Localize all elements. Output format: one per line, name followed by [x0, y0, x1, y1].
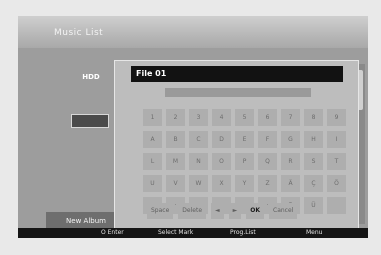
- key-1[interactable]: 1: [143, 109, 162, 126]
- media-box[interactable]: [71, 114, 109, 128]
- title-bar: Music List: [18, 16, 368, 48]
- key-c-cedilla[interactable]: Ç: [304, 175, 323, 192]
- key-v[interactable]: V: [166, 175, 185, 192]
- key-q[interactable]: Q: [258, 153, 277, 170]
- key-e[interactable]: E: [235, 131, 254, 148]
- key-x[interactable]: X: [212, 175, 231, 192]
- key-y[interactable]: Y: [235, 175, 254, 192]
- hint-menu: Menu: [306, 229, 323, 236]
- key-b[interactable]: B: [166, 131, 185, 148]
- dvr-screen: Music List HDD New Album File 01 1 2 3 4…: [18, 16, 368, 238]
- key-4[interactable]: 4: [212, 109, 231, 126]
- delete-button[interactable]: Delete: [178, 203, 207, 219]
- key-5[interactable]: 5: [235, 109, 254, 126]
- hint-prog-list: Prog.List: [230, 229, 256, 236]
- key-grid: 1 2 3 4 5 6 7 8 9 A B C D E F G H I L M …: [143, 109, 346, 214]
- cursor-right-button[interactable]: ►: [228, 203, 242, 219]
- hdd-label: HDD: [82, 73, 100, 81]
- key-u-umlaut[interactable]: Ü: [304, 197, 323, 214]
- key-f[interactable]: F: [258, 131, 277, 148]
- key-3[interactable]: 3: [189, 109, 208, 126]
- key-z[interactable]: Z: [258, 175, 277, 192]
- key-7[interactable]: 7: [281, 109, 300, 126]
- key-h[interactable]: H: [304, 131, 323, 148]
- key-symbol-9[interactable]: [327, 197, 346, 214]
- key-9[interactable]: 9: [327, 109, 346, 126]
- key-2[interactable]: 2: [166, 109, 185, 126]
- keyboard-actions: Space Delete ◄ ► OK Cancel: [147, 203, 298, 219]
- key-w[interactable]: W: [189, 175, 208, 192]
- key-a-umlaut[interactable]: Ä: [281, 175, 300, 192]
- key-l[interactable]: L: [143, 153, 162, 170]
- space-button[interactable]: Space: [147, 203, 174, 219]
- input-track: [165, 88, 311, 97]
- cursor-left-button[interactable]: ◄: [211, 203, 224, 219]
- key-u[interactable]: U: [143, 175, 162, 192]
- key-a[interactable]: A: [143, 131, 162, 148]
- key-s[interactable]: S: [304, 153, 323, 170]
- key-i[interactable]: I: [327, 131, 346, 148]
- key-m[interactable]: M: [166, 153, 185, 170]
- key-o[interactable]: O: [212, 153, 231, 170]
- key-g[interactable]: G: [281, 131, 300, 148]
- key-c[interactable]: C: [189, 131, 208, 148]
- name-input[interactable]: File 01: [131, 66, 343, 82]
- key-r[interactable]: R: [281, 153, 300, 170]
- hint-enter: O Enter: [101, 229, 124, 236]
- hint-bar: O Enter Select Mark Prog.List Menu: [18, 228, 368, 238]
- screen-title: Music List: [54, 28, 104, 38]
- ok-button[interactable]: OK: [246, 203, 265, 219]
- key-8[interactable]: 8: [304, 109, 323, 126]
- key-p[interactable]: P: [235, 153, 254, 170]
- key-n[interactable]: N: [189, 153, 208, 170]
- key-6[interactable]: 6: [258, 109, 277, 126]
- key-d[interactable]: D: [212, 131, 231, 148]
- key-t[interactable]: T: [327, 153, 346, 170]
- keyboard-dialog: File 01 1 2 3 4 5 6 7 8 9 A B C D E F G …: [114, 60, 359, 230]
- hint-mark: Select Mark: [158, 229, 194, 236]
- key-o-umlaut[interactable]: Ö: [327, 175, 346, 192]
- cancel-button[interactable]: Cancel: [269, 203, 298, 219]
